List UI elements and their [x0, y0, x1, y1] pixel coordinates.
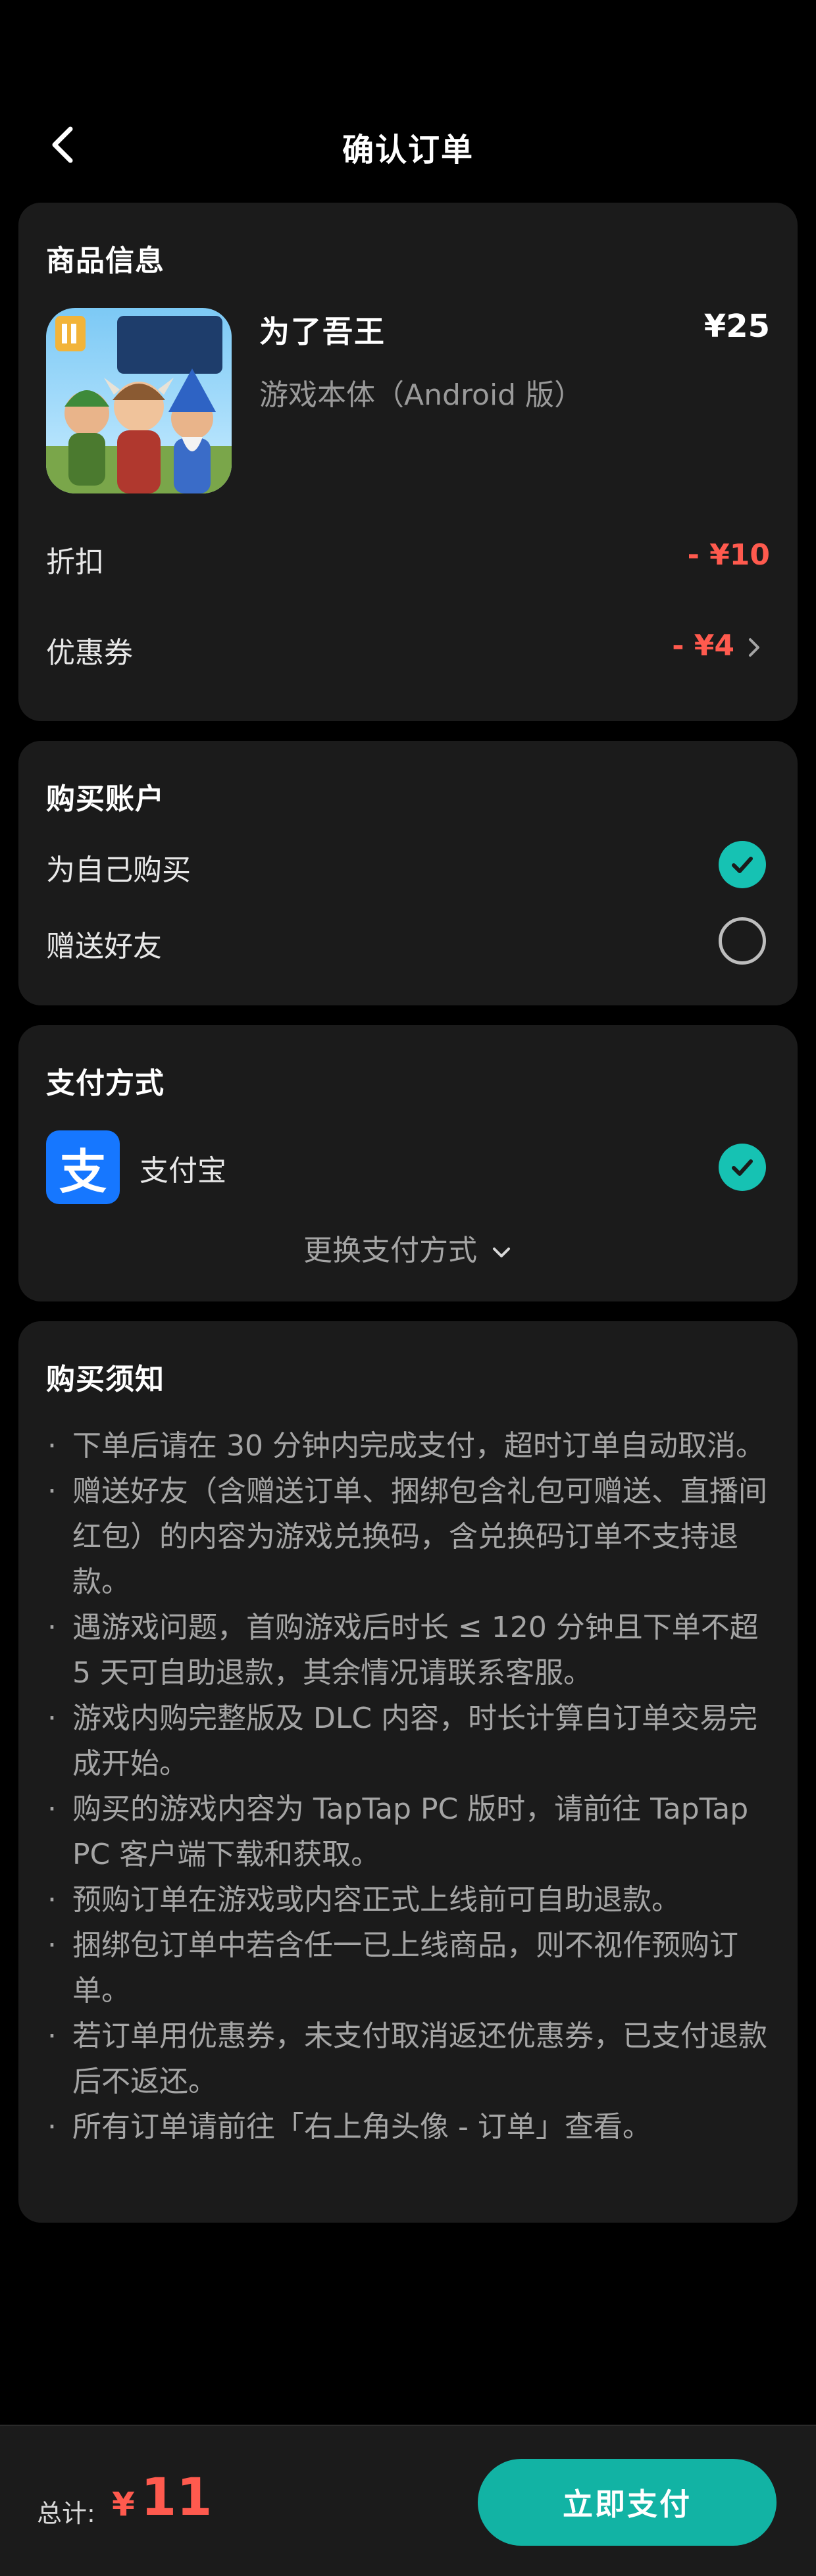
total-currency: ¥ — [112, 2485, 135, 2523]
alipay-icon: 支 — [46, 1130, 120, 1204]
notice-item: 捆绑包订单中若含任一已上线商品，则不视作预购订单。 — [46, 1923, 777, 2013]
checked-radio-icon[interactable] — [719, 1144, 766, 1191]
discount-label: 折扣 — [46, 545, 104, 579]
chevron-down-icon — [493, 1248, 510, 1257]
bottom-pay-bar: 总计: ¥ 11 立即支付 — [0, 2425, 816, 2576]
coupon-label: 优惠券 — [46, 636, 133, 670]
account-option-label: 赠送好友 — [46, 930, 162, 963]
section-title-notice: 购买须知 — [46, 1363, 165, 1396]
section-title-product: 商品信息 — [46, 244, 165, 278]
notice-item: 预购订单在游戏或内容正式上线前可自助退款。 — [46, 1877, 777, 1923]
payment-method-name: 支付宝 — [140, 1154, 226, 1188]
pay-now-button[interactable]: 立即支付 — [478, 2459, 777, 2546]
notice-item: 若订单用优惠券，未支付取消返还优惠券，已支付退款后不返还。 — [46, 2013, 777, 2104]
total-label: 总计: — [37, 2499, 95, 2528]
page-title: 确认订单 — [342, 132, 474, 168]
total-amount: 11 — [141, 2468, 213, 2527]
notice-item: 所有订单请前往「右上角头像 - 订单」查看。 — [46, 2104, 777, 2150]
payment-method-card: 支付方式 支 支付宝 更换支付方式 — [18, 1025, 798, 1301]
notice-item: 遇游戏问题，首购游戏后时长 ≤ 120 分钟且下单不超 5 天可自助退款，其余情… — [46, 1605, 777, 1696]
purchase-account-card: 购买账户 为自己购买 赠送好友 — [18, 741, 798, 1005]
discount-value: - ¥10 — [687, 538, 770, 572]
purchase-notice-card: 购买须知 下单后请在 30 分钟内完成支付，超时订单自动取消。 赠送好友（含赠送… — [18, 1321, 798, 2223]
change-payment-label: 更换支付方式 — [303, 1234, 477, 1267]
checked-radio-icon[interactable] — [719, 841, 766, 888]
account-option-label: 为自己购买 — [46, 853, 191, 887]
header: 确认订单 — [0, 99, 816, 191]
section-title-payment: 支付方式 — [46, 1067, 165, 1100]
unchecked-radio-icon[interactable] — [719, 917, 766, 965]
alipay-icon-glyph: 支 — [59, 1144, 107, 1200]
game-edition: 游戏本体（Android 版） — [259, 378, 584, 412]
notice-item: 下单后请在 30 分钟内完成支付，超时订单自动取消。 — [46, 1423, 777, 1469]
chevron-right-icon — [749, 638, 759, 657]
game-name: 为了吾王 — [259, 314, 386, 349]
section-title-account: 购买账户 — [46, 782, 165, 816]
notice-item: 游戏内购完整版及 DLC 内容，时长计算自订单交易完成开始。 — [46, 1696, 777, 1786]
notice-list: 下单后请在 30 分钟内完成支付，超时订单自动取消。 赠送好友（含赠送订单、捆绑… — [46, 1423, 777, 2150]
change-payment-button[interactable]: 更换支付方式 — [18, 1226, 798, 1269]
coupon-value: - ¥4 — [672, 629, 734, 663]
notice-item: 赠送好友（含赠送订单、捆绑包含礼包可赠送、直播间红包）的内容为游戏兑换码，含兑换… — [46, 1469, 777, 1605]
notice-item: 购买的游戏内容为 TapTap PC 版时，请前往 TapTap PC 客户端下… — [46, 1786, 777, 1877]
game-icon — [46, 308, 232, 493]
game-price: ¥25 — [703, 308, 770, 345]
product-info-card: 商品信息 为了吾王 ¥25 游戏本体（Android 版） 折扣 - ¥10 优… — [18, 203, 798, 721]
order-confirm-page: 确认订单 商品信息 为了吾王 ¥25 游戏本体（Android 版） 折扣 - … — [0, 0, 816, 2576]
